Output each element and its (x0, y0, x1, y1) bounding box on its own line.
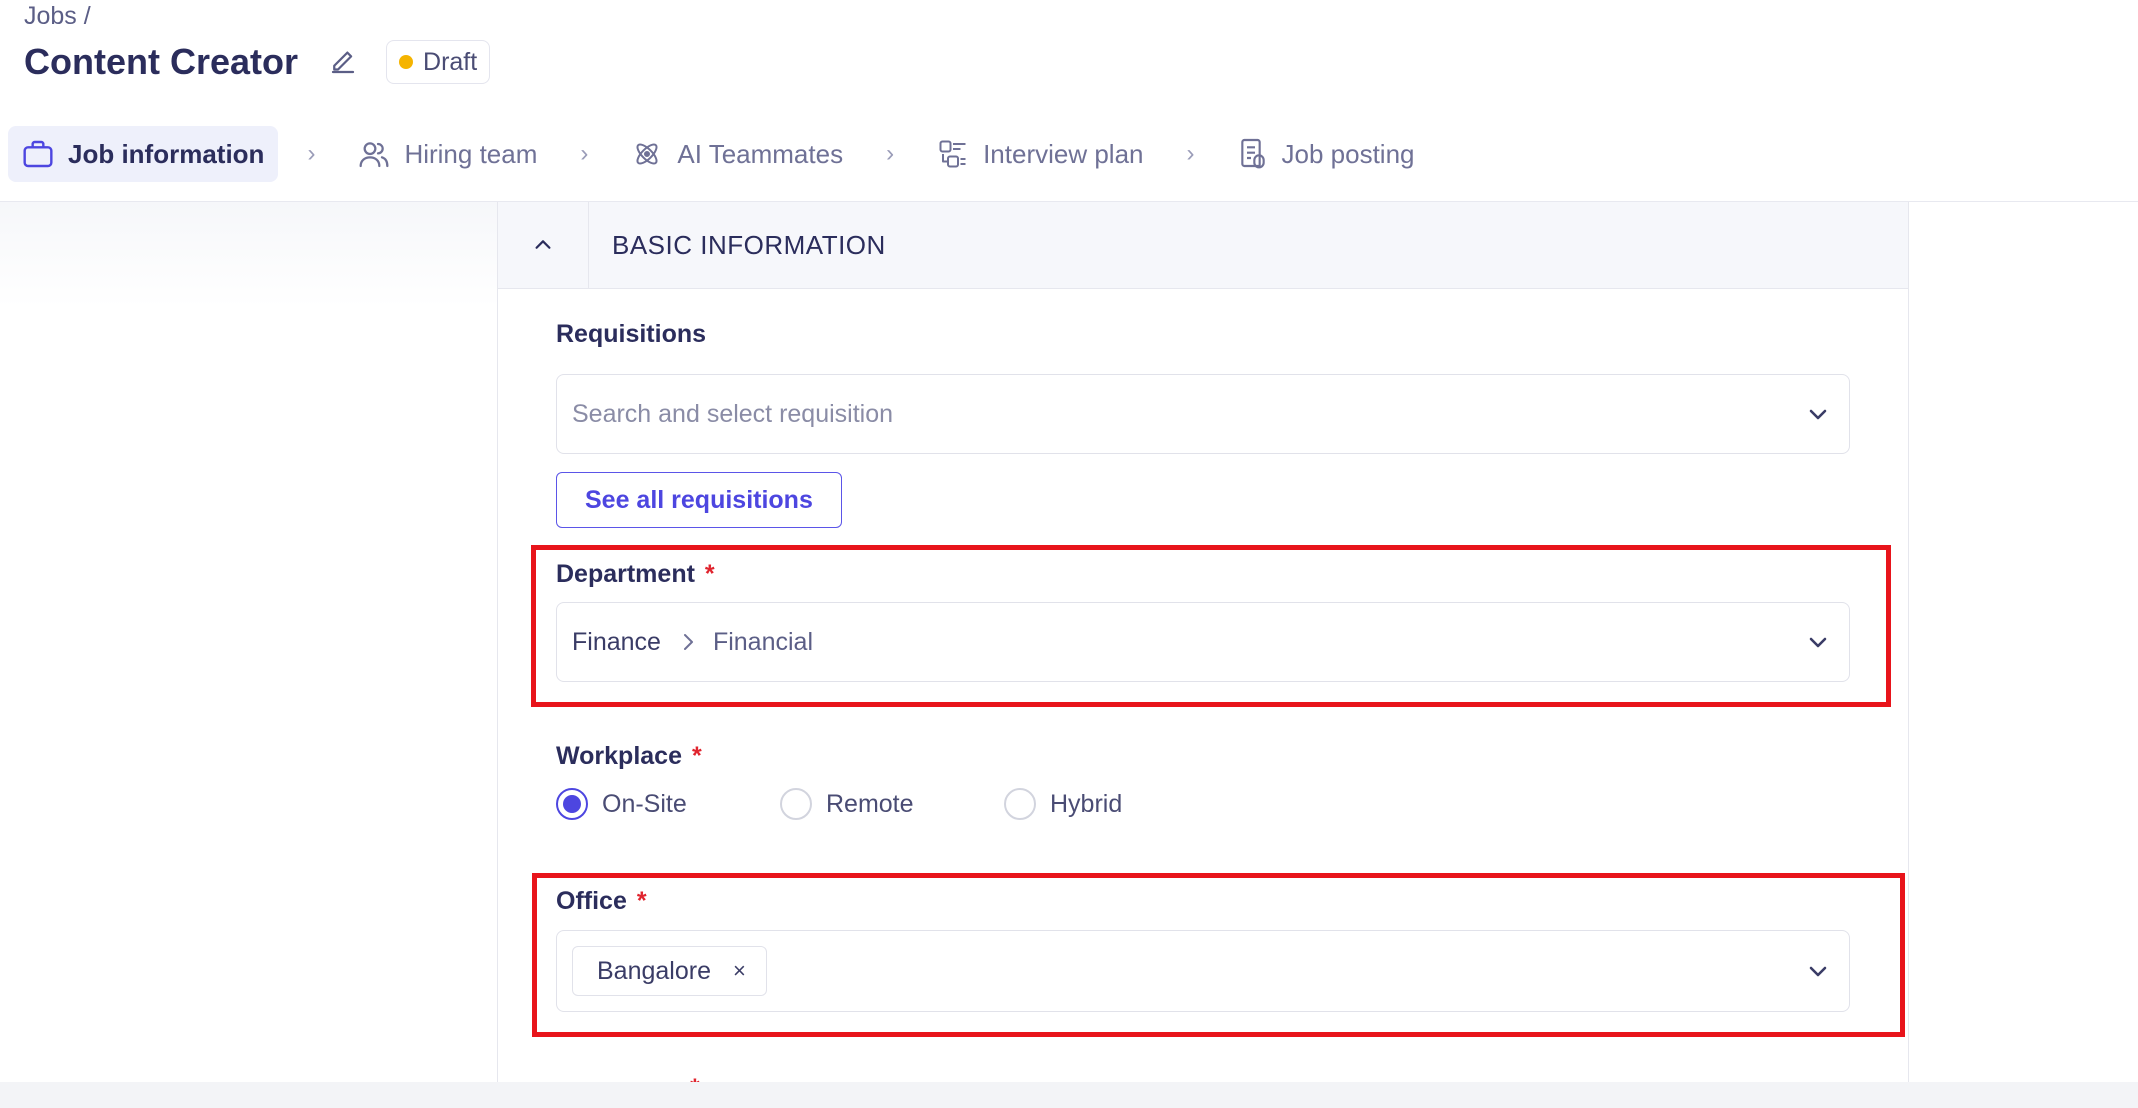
radio-unchecked-icon (1004, 788, 1036, 820)
edit-pencil-icon[interactable] (326, 45, 360, 79)
radio-label: Remote (826, 789, 914, 818)
workplace-option-remote[interactable]: Remote (780, 788, 1004, 820)
workplace-option-on-site[interactable]: On-Site (556, 788, 780, 820)
briefcase-icon (22, 139, 54, 169)
document-icon (1238, 138, 1268, 170)
step-ai-teammates[interactable]: AI Teammates (617, 126, 857, 182)
step-label: Interview plan (983, 138, 1144, 169)
step-separator-icon: › (1186, 140, 1195, 167)
required-marker: * (691, 742, 702, 770)
users-icon (358, 139, 390, 169)
breadcrumb[interactable]: Jobs / (24, 2, 91, 31)
requisition-select[interactable]: Search and select requisition (556, 374, 1850, 454)
radio-checked-icon (556, 788, 588, 820)
status-label: Draft (423, 47, 478, 76)
collapse-section-button[interactable] (498, 202, 589, 288)
step-label: AI Teammates (677, 138, 844, 169)
next-field-label-cut: * (556, 1074, 700, 1082)
step-separator-icon: › (580, 140, 589, 167)
bottom-edge (0, 1082, 2138, 1108)
plan-icon (937, 139, 969, 169)
workplace-label-text: Workplace (556, 742, 682, 770)
step-separator-icon: › (886, 140, 895, 167)
required-marker: * (690, 1074, 700, 1082)
title-row: Content Creator Draft (24, 40, 491, 84)
department-highlight-box (531, 545, 1891, 707)
step-separator-icon: › (307, 140, 316, 167)
workplace-label: Workplace * (556, 742, 702, 771)
step-hiring-team[interactable]: Hiring team (344, 126, 551, 182)
job-steps-nav: Job information › Hiring team › AI Teamm… (8, 126, 1428, 182)
workplace-option-hybrid[interactable]: Hybrid (1004, 788, 1122, 820)
step-job-posting[interactable]: Job posting (1224, 126, 1429, 182)
section-header: BASIC INFORMATION (498, 202, 1908, 289)
radio-label: On-Site (602, 789, 687, 818)
chevron-up-icon (535, 240, 551, 249)
workplace-radio-group: On-Site Remote Hybrid (556, 788, 1122, 820)
see-all-requisitions-button[interactable]: See all requisitions (556, 472, 842, 528)
office-highlight-box (532, 873, 1905, 1037)
requisitions-label: Requisitions (556, 320, 707, 348)
step-interview-plan[interactable]: Interview plan (923, 126, 1157, 182)
atom-icon (631, 139, 663, 169)
chevron-down-icon (1801, 397, 1835, 431)
section-title: BASIC INFORMATION (612, 230, 886, 260)
left-gutter (0, 202, 497, 1082)
radio-label: Hybrid (1050, 789, 1123, 818)
requisition-placeholder: Search and select requisition (572, 400, 894, 428)
step-job-information[interactable]: Job information (8, 126, 279, 182)
step-label: Job posting (1281, 138, 1415, 169)
radio-unchecked-icon (780, 788, 812, 820)
status-dot-icon (399, 55, 414, 69)
page-header: Jobs / Content Creator Draft Job informa… (0, 0, 2138, 200)
status-badge: Draft (386, 40, 491, 84)
step-label: Hiring team (404, 138, 538, 169)
page-title: Content Creator (24, 41, 299, 82)
step-label: Job information (68, 138, 265, 169)
